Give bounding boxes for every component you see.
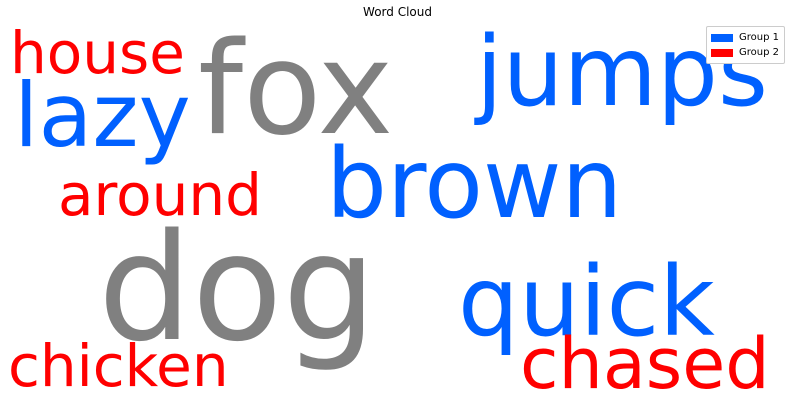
legend: Group 1 Group 2 xyxy=(706,26,785,64)
legend-label-group-2: Group 2 xyxy=(739,47,779,58)
word-house: house xyxy=(10,19,185,87)
word-cloud-plot: fox dog jumps brown quick lazy house around chic… xyxy=(8,24,787,413)
word-chased: chased xyxy=(520,323,770,405)
legend-entry-group-1: Group 1 xyxy=(711,30,779,45)
legend-label-group-1: Group 1 xyxy=(739,32,779,43)
legend-swatch-group-2 xyxy=(711,48,733,57)
word-brown: brown xyxy=(326,128,623,240)
legend-swatch-group-1 xyxy=(711,33,733,42)
word-chicken: chicken xyxy=(8,332,229,400)
word-around: around xyxy=(58,161,262,229)
legend-entry-group-2: Group 2 xyxy=(711,45,779,60)
